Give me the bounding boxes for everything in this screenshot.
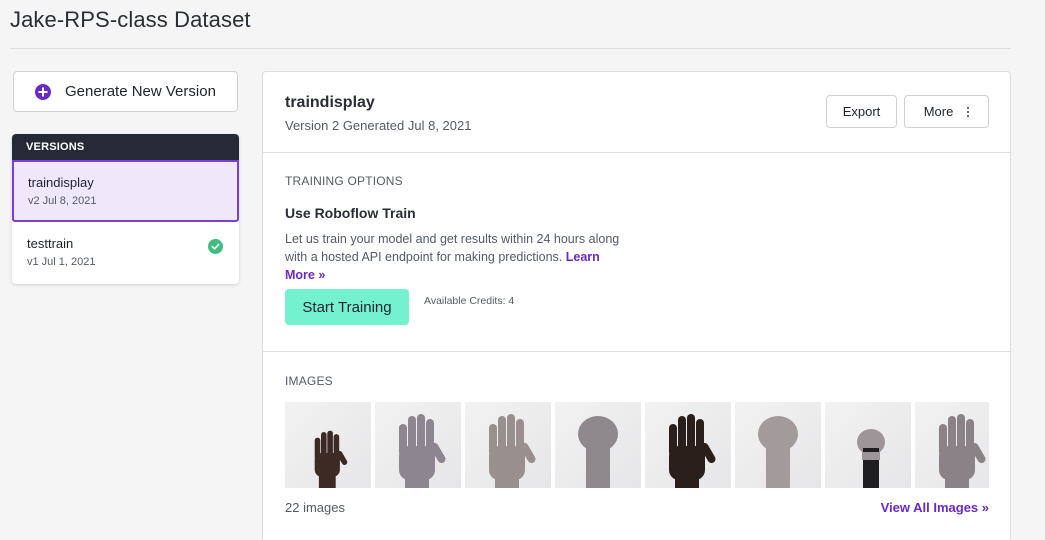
page-title: Jake-RPS-class Dataset [10, 7, 251, 32]
card-header: traindisplay Version 2 Generated Jul 8, … [263, 72, 1010, 153]
export-button[interactable]: Export [826, 95, 897, 128]
image-thumbnails [285, 402, 989, 488]
version-subtitle: Version 2 Generated Jul 8, 2021 [285, 118, 472, 133]
version-name: traindisplay [28, 175, 94, 190]
version-meta: v1 Jul 1, 2021 [27, 256, 96, 268]
hand-photo-thumbnail[interactable] [285, 402, 371, 488]
version-item-testtrain[interactable]: testtrain v1 Jul 1, 2021 [12, 222, 239, 284]
training-options-label: TRAINING OPTIONS [285, 174, 403, 188]
hand-photo-thumbnail[interactable] [555, 402, 641, 488]
hand-photo-icon [939, 414, 986, 488]
check-circle-icon [208, 239, 223, 254]
version-item-traindisplay[interactable]: traindisplay v2 Jul 8, 2021 [12, 160, 239, 222]
version-name: testtrain [27, 236, 74, 251]
view-all-images-link[interactable]: View All Images » [881, 500, 989, 515]
image-count: 22 images [285, 500, 345, 515]
hand-photo-icon [399, 414, 446, 488]
hand-photo-thumbnail[interactable] [735, 402, 821, 488]
hand-photo-thumbnail[interactable] [375, 402, 461, 488]
kebab-menu-icon [967, 106, 970, 117]
hand-photo-icon [758, 416, 798, 488]
start-training-button[interactable]: Start Training [285, 289, 409, 325]
version-title: traindisplay [285, 94, 375, 111]
title-divider [10, 48, 1011, 49]
hand-photo-thumbnail[interactable] [915, 402, 989, 488]
more-button[interactable]: More [904, 95, 989, 128]
hand-photo-icon [578, 416, 618, 488]
hand-photo-icon [857, 429, 885, 488]
available-credits: Available Credits: 4 [424, 295, 515, 307]
images-label: IMAGES [285, 374, 333, 388]
generate-new-version-button[interactable]: Generate New Version [13, 71, 238, 112]
hand-photo-icon [314, 430, 348, 488]
versions-header: VERSIONS [12, 134, 239, 160]
plus-circle-icon [35, 83, 51, 100]
hand-photo-thumbnail[interactable] [465, 402, 551, 488]
versions-panel: VERSIONS traindisplay v2 Jul 8, 2021 tes… [12, 134, 239, 284]
train-title: Use Roboflow Train [285, 205, 416, 221]
hand-photo-icon [669, 414, 716, 488]
more-label: More [923, 104, 954, 119]
hand-photo-thumbnail[interactable] [825, 402, 911, 488]
hand-photo-thumbnail[interactable] [645, 402, 731, 488]
train-description: Let us train your model and get results … [285, 230, 625, 284]
hand-photo-icon [489, 414, 536, 488]
generate-new-version-label: Generate New Version [65, 83, 216, 100]
version-meta: v2 Jul 8, 2021 [28, 195, 97, 207]
